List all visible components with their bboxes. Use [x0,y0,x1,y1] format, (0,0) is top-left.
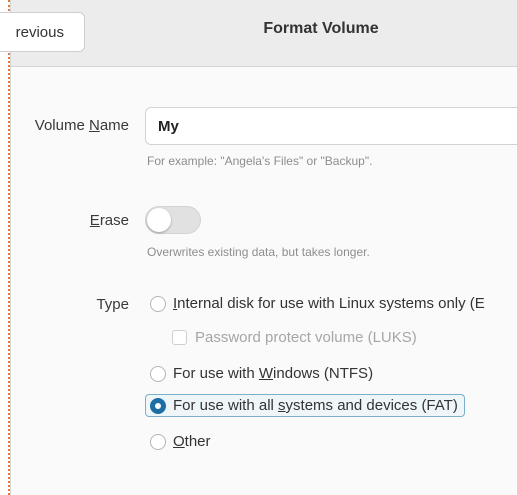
erase-switch[interactable] [145,206,201,234]
erase-hint: Overwrites existing data, but takes long… [147,245,370,259]
window-edge [0,0,10,495]
radio-indicator [150,433,166,450]
volume-name-value: My [158,117,179,135]
radio-label: For use with Windows (NTFS) [173,365,374,382]
radio-indicator [150,397,166,414]
volume-name-label: Volume Name [34,117,129,134]
radio-indicator [150,365,166,382]
headerbar: revious Format Volume [0,0,517,67]
dialog-title: Format Volume [263,20,379,37]
radio-windows-ntfs[interactable]: For use with Windows (NTFS) [150,365,373,382]
checkbox-label: Password protect volume (LUKS) [195,329,417,346]
previous-button[interactable]: revious [0,12,85,52]
switch-knob [147,208,171,232]
dialog-content: Volume Name My For example: "Angela's Fi… [11,67,517,495]
format-volume-dialog: revious Format Volume Volume Name My For… [0,0,517,495]
radio-internal-linux[interactable]: Internal disk for use with Linux systems… [150,295,485,312]
type-label: Type [96,296,129,313]
volume-name-input[interactable]: My [145,107,517,145]
radio-other[interactable]: Other [150,433,211,450]
radio-label: For use with all systems and devices (FA… [173,397,458,414]
radio-indicator [150,295,166,312]
previous-button-label: revious [15,23,64,41]
erase-label: Erase [89,212,129,229]
volume-name-hint: For example: "Angela's Files" or "Backup… [147,154,373,168]
radio-label: Internal disk for use with Linux systems… [173,295,485,312]
password-protect-checkbox[interactable]: Password protect volume (LUKS) [172,329,417,346]
checkbox-indicator [172,330,187,345]
radio-label: Other [173,433,211,450]
radio-all-systems-fat[interactable]: For use with all systems and devices (FA… [145,394,465,417]
